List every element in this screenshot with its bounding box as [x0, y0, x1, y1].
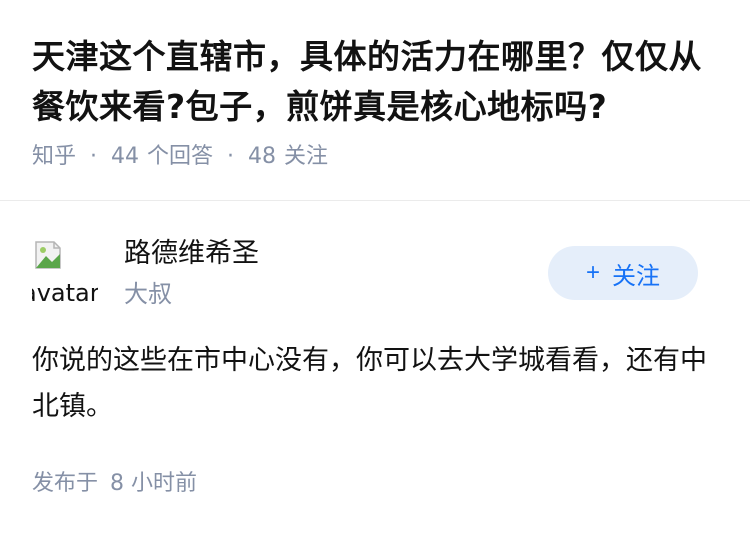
author-name[interactable]: 路德维希圣 — [124, 236, 259, 272]
time-value: 8 小时前 — [110, 471, 198, 496]
follow-button-label: 关注 — [612, 262, 660, 290]
follow-button[interactable]: + 关注 — [548, 246, 698, 300]
time-prefix: 发布于 — [32, 471, 99, 496]
follow-count-label: 关注 — [284, 144, 329, 169]
answer-item: avatar 路德维希圣 大叔 + 关注 你说的这些在市中心没有，你可以去大学城… — [32, 236, 718, 430]
meta-separator: · — [227, 144, 235, 169]
question-meta: 知乎 · 44 个回答 · 48 关注 — [32, 140, 718, 174]
broken-image-icon — [35, 241, 61, 269]
divider — [0, 200, 750, 201]
follow-count: 48 — [248, 144, 277, 169]
plus-icon: + — [585, 259, 600, 286]
answer-time: 发布于 8 小时前 — [32, 468, 197, 500]
answer-count-label: 个回答 — [147, 144, 214, 169]
author-row: avatar 路德维希圣 大叔 + 关注 — [32, 236, 718, 316]
source-label[interactable]: 知乎 — [32, 140, 76, 174]
question-title[interactable]: 天津这个直辖市，具体的活力在哪里？仅仅从餐饮来看?包子，煎饼真是核心地标吗? — [32, 32, 718, 132]
avatar-alt-text: avatar — [32, 279, 98, 304]
avatar[interactable]: avatar — [32, 238, 98, 304]
meta-separator: · — [90, 144, 98, 169]
question-header: 天津这个直辖市，具体的活力在哪里？仅仅从餐饮来看?包子，煎饼真是核心地标吗? 知… — [0, 0, 750, 174]
author-bio: 大叔 — [124, 280, 172, 308]
answer-count: 44 — [111, 144, 140, 169]
answer-content[interactable]: 你说的这些在市中心没有，你可以去大学城看看，还有中北镇。 — [32, 338, 718, 430]
